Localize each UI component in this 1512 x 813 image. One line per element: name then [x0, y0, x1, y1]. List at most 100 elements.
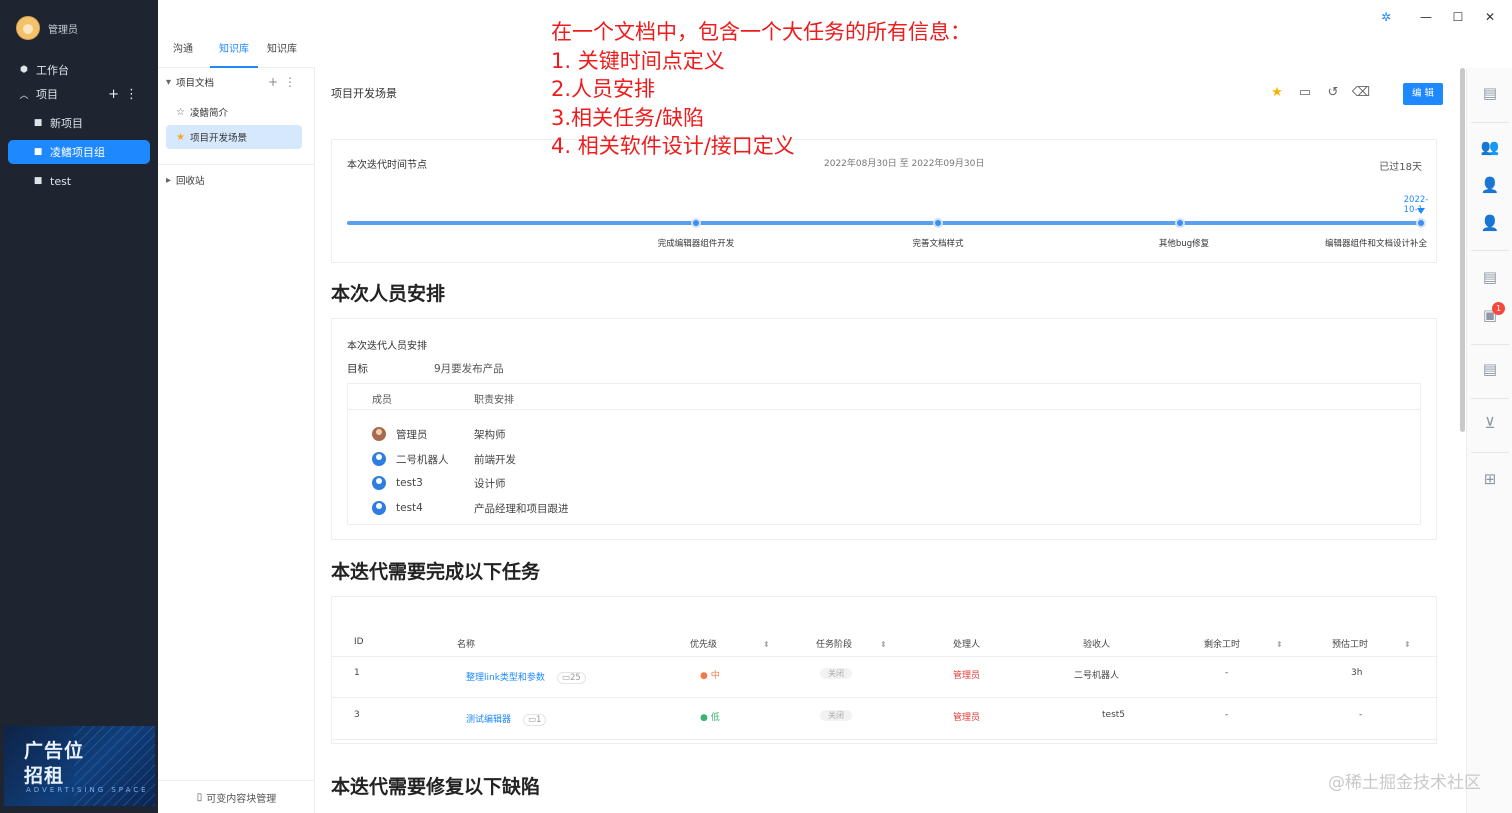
nav-workbench[interactable]: ⬢ 工作台: [8, 58, 150, 82]
milestone-dot[interactable]: [1175, 218, 1185, 228]
sort-icon[interactable]: ⬍: [1404, 640, 1411, 649]
close-icon[interactable]: ✕: [1474, 10, 1506, 24]
maximize-icon[interactable]: ☐: [1442, 10, 1474, 24]
nav-item-new-project[interactable]: ■ 新项目: [8, 111, 150, 135]
nav-item-test[interactable]: ■ test: [8, 169, 150, 193]
users-icon[interactable]: 👥: [1479, 138, 1501, 158]
col-remaining[interactable]: 剩余工时 ⬍: [1204, 637, 1283, 650]
tab-knowledge[interactable]: 知识库: [210, 34, 258, 68]
notification-badge: 1: [1492, 302, 1505, 315]
comment-count[interactable]: ▭25: [556, 672, 586, 684]
doc-icon: ▯: [196, 791, 203, 803]
doc-tree: ▾ 项目文档 +⋮ ☆ 凌鳍简介 ★ 项目开发场景 ▸ 回收站 ▯ 可变内容块管…: [158, 68, 315, 813]
milestone-dot[interactable]: [691, 218, 701, 228]
app-window: 管理员 ⬢ 工作台 ︿ 项目 +⋮ ■ 新项目 ■ 凌鳍项目组 ■ test 广…: [0, 0, 1512, 813]
add-icon[interactable]: +: [108, 87, 125, 102]
scrollbar-thumb[interactable]: [1460, 68, 1465, 432]
folder-icon: ■: [33, 176, 43, 186]
task-reviewer[interactable]: 二号机器人: [1074, 668, 1119, 681]
member-name: 二号机器人: [396, 453, 449, 466]
task-assignee[interactable]: 管理员: [953, 668, 980, 681]
task-stage: 关闭: [820, 710, 852, 721]
sort-icon[interactable]: ⬍: [1276, 640, 1283, 649]
tree-trash[interactable]: ▸ 回收站: [166, 168, 302, 192]
ad-banner[interactable]: 广告位 招租 ADVERTISING SPACE: [4, 726, 155, 806]
timeline-end-marker: [1417, 208, 1425, 214]
comment-icon[interactable]: ▭: [1291, 85, 1319, 100]
right-toolbar: ▤ 👥 👤 👤 ▤ ▣ 1 ▤ ⊻ ⊞: [1466, 68, 1512, 813]
task-link[interactable]: 测试编辑器: [466, 715, 511, 725]
task-remaining: -: [1225, 668, 1229, 678]
user-profile[interactable]: 管理员: [16, 16, 78, 40]
nav-project[interactable]: ︿ 项目 +⋮: [8, 82, 150, 106]
sort-icon[interactable]: ⬍: [880, 640, 887, 649]
user-settings-icon[interactable]: 👤: [1479, 214, 1501, 234]
timeline-bar: [347, 221, 1422, 225]
task-list-icon[interactable]: ▤: [1479, 360, 1501, 380]
apps-icon[interactable]: ⊞: [1479, 470, 1501, 490]
comment-count[interactable]: ▭1: [523, 714, 547, 726]
left-navigation: 管理员 ⬢ 工作台 ︿ 项目 +⋮ ■ 新项目 ■ 凌鳍项目组 ■ test 广…: [0, 0, 158, 813]
content-block-manager[interactable]: ▯ 可变内容块管理: [158, 780, 315, 813]
star-icon[interactable]: ★: [1263, 85, 1291, 100]
toolbar-divider: [1471, 122, 1509, 123]
tree-item-label: 项目开发场景: [189, 133, 247, 144]
col-priority-label: 优先级: [690, 640, 718, 650]
task-link[interactable]: 整理link类型和参数: [466, 673, 545, 683]
star-outline-icon: ☆: [176, 106, 185, 118]
col-stage[interactable]: 任务阶段 ⬍: [816, 637, 887, 650]
more-icon[interactable]: ⋮: [284, 75, 302, 89]
member-name: 管理员: [396, 428, 428, 441]
more-icon[interactable]: ⋮: [125, 87, 144, 102]
ad-line1: 广告位: [24, 740, 85, 762]
task-id: 3: [354, 710, 360, 720]
tree-item-dev-scene[interactable]: ★ 项目开发场景: [166, 125, 302, 149]
milestone-label: 完善文档样式: [912, 239, 964, 249]
sort-icon[interactable]: ⬍: [763, 640, 770, 649]
goal-label: 目标: [347, 363, 368, 375]
tab-communication[interactable]: 沟通: [164, 34, 202, 68]
table-row[interactable]: 3 测试编辑器 ▭1 ● 低 关闭 管理员 test5 - -: [332, 700, 1438, 740]
trash-icon[interactable]: ⌫: [1347, 85, 1375, 100]
col-name: 名称: [457, 640, 476, 650]
doc-scrollbar[interactable]: [1458, 68, 1466, 813]
staff-heading: 本次人员安排: [331, 283, 446, 305]
tab-knowledge-2[interactable]: 知识库: [258, 34, 306, 68]
staff-table-header: 成员 职责安排: [348, 384, 1420, 410]
note-icon[interactable]: ▤: [1479, 268, 1501, 288]
project-tools: +⋮: [108, 87, 144, 102]
comment-count-value: 1: [536, 715, 542, 725]
task-reviewer[interactable]: test5: [1102, 710, 1125, 720]
document-icon[interactable]: ▤: [1479, 84, 1501, 104]
chevron-up-icon: ︿: [19, 90, 29, 101]
member-role: 架构师: [474, 429, 506, 441]
task-remaining: -: [1225, 710, 1229, 720]
col-estimate-label: 预估工时: [1332, 640, 1369, 650]
member-avatar: [372, 427, 386, 441]
timeline-passed: 已过18天: [1379, 162, 1422, 173]
tree-item-intro[interactable]: ☆ 凌鳍简介: [166, 100, 302, 124]
milestone-dot[interactable]: [1416, 218, 1426, 228]
nav-item-lingqi-group[interactable]: ■ 凌鳍项目组: [8, 140, 150, 164]
workbench-icon: ⬢: [20, 65, 28, 75]
milestone-dot[interactable]: [933, 218, 943, 228]
task-assignee[interactable]: 管理员: [953, 710, 980, 723]
col-remaining-label: 剩余工时: [1204, 640, 1241, 650]
tree-root[interactable]: ▾ 项目文档 +⋮: [166, 70, 302, 94]
col-estimate[interactable]: 预估工时 ⬍: [1332, 637, 1411, 650]
table-row[interactable]: 1 整理link类型和参数 ▭25 ● 中 关闭 管理员 二号机器人 - 3h: [332, 658, 1438, 698]
ad-line2: 招租: [24, 765, 65, 787]
user-add-icon[interactable]: 👤: [1479, 176, 1501, 196]
bug-icon[interactable]: ✲: [1370, 10, 1402, 24]
add-icon[interactable]: +: [268, 75, 284, 89]
task-priority: ● 中: [700, 671, 720, 681]
user-avatar: [16, 16, 40, 40]
minimize-icon[interactable]: —: [1410, 10, 1442, 24]
col-priority[interactable]: 优先级 ⬍: [690, 637, 770, 650]
edit-button[interactable]: 编 辑: [1403, 83, 1443, 105]
history-icon[interactable]: ↺: [1319, 85, 1347, 100]
priority-label: 中: [710, 671, 720, 681]
comment-count-value: 25: [569, 673, 581, 683]
inbox-icon[interactable]: ⊻: [1479, 414, 1501, 434]
tasks-card: ID 名称 优先级 ⬍ 任务阶段 ⬍ 处理人 验收人 剩余工时 ⬍ 预估工时 ⬍ 1 整…: [331, 596, 1438, 744]
